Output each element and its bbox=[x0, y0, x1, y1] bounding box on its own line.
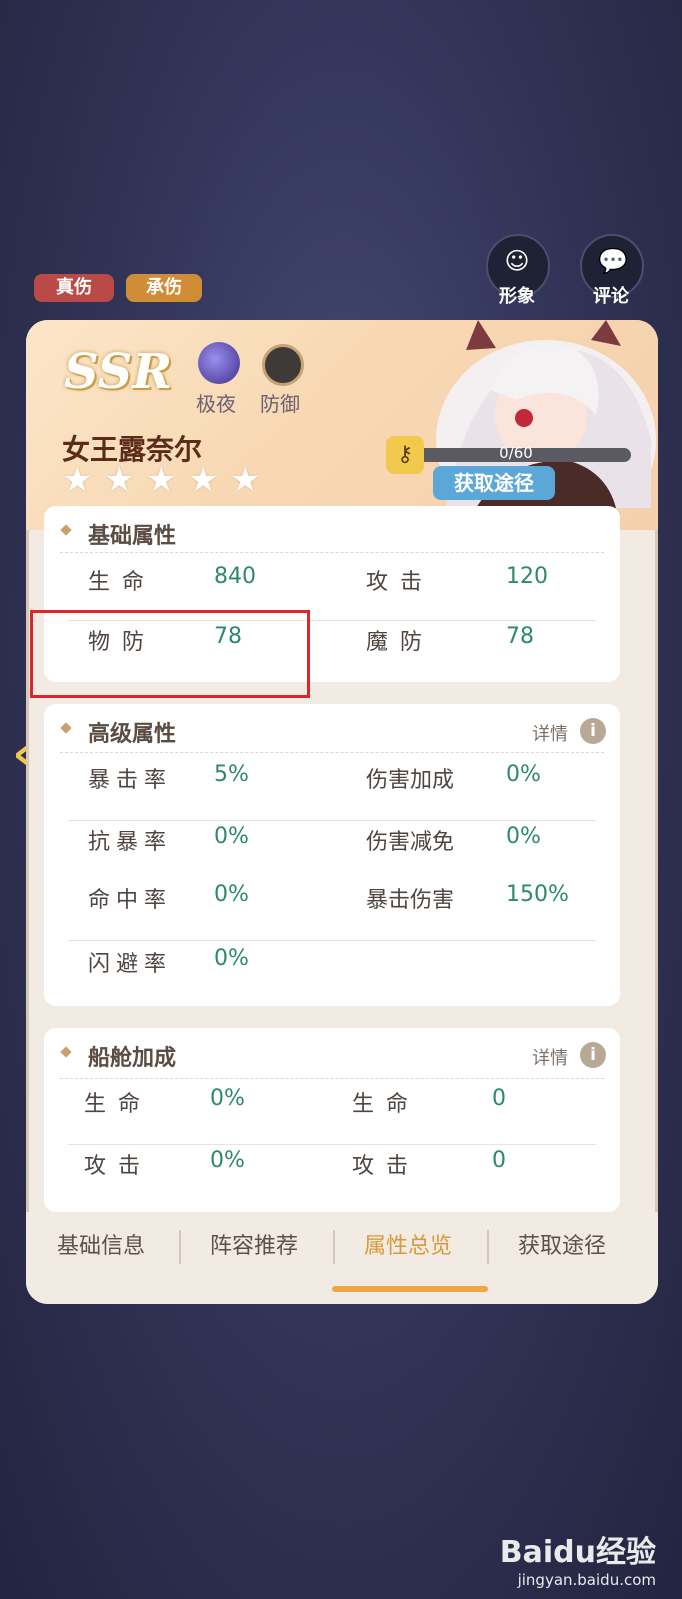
attr-row: 攻击 0% 攻击 0 bbox=[44, 1148, 620, 1206]
tab-attribute-overview[interactable]: 属性总览 bbox=[333, 1228, 483, 1260]
star-icon: ★ bbox=[146, 460, 177, 500]
tab-basic-info[interactable]: 基础信息 bbox=[26, 1228, 176, 1260]
progress-text: 0/60 bbox=[499, 444, 533, 462]
divider bbox=[60, 752, 604, 753]
divider bbox=[68, 820, 596, 821]
attr-value: 0% bbox=[214, 946, 249, 971]
obtain-path-button[interactable]: 获取途径 bbox=[433, 466, 555, 500]
attr-value: 0% bbox=[506, 762, 541, 787]
diamond-icon bbox=[60, 524, 72, 536]
attr-label: 生命 bbox=[84, 1092, 153, 1117]
info-icon[interactable]: i bbox=[580, 718, 606, 744]
active-tab-indicator bbox=[332, 1286, 488, 1292]
star-icon: ★ bbox=[104, 460, 135, 500]
attr-row: 闪避率 0% bbox=[44, 946, 620, 1004]
attr-value: 0% bbox=[210, 1086, 245, 1111]
section-title: 基础属性 bbox=[88, 524, 177, 549]
attr-value: 0% bbox=[214, 824, 249, 849]
divider bbox=[68, 940, 596, 941]
star-icon: ★ bbox=[188, 460, 219, 500]
attr-value: 78 bbox=[506, 624, 534, 649]
attr-label: 攻击 bbox=[352, 1154, 421, 1179]
section-title: 船舱加成 bbox=[88, 1046, 177, 1071]
rarity-badge: SSR bbox=[64, 344, 173, 400]
true-damage-tag: 真伤 bbox=[34, 274, 114, 302]
section-title: 高级属性 bbox=[88, 722, 177, 747]
shield-icon bbox=[262, 344, 304, 386]
star-icon: ★ bbox=[230, 460, 261, 500]
tab-lineup[interactable]: 阵容推荐 bbox=[179, 1228, 329, 1260]
attr-label: 攻击 bbox=[366, 570, 435, 595]
attr-value: 120 bbox=[506, 564, 548, 589]
watermark: Baidu经验 jingyan.baidu.com bbox=[500, 1527, 656, 1589]
star-icon: ★ bbox=[62, 460, 93, 500]
attr-label: 伤害减免 bbox=[366, 830, 455, 855]
chat-bubble-icon: 💬 bbox=[598, 247, 628, 275]
attr-value: 0% bbox=[210, 1148, 245, 1173]
divider bbox=[60, 1078, 604, 1079]
attr-row: 抗暴率 0% 伤害减免 0% bbox=[44, 824, 620, 882]
night-faction-icon bbox=[198, 342, 240, 384]
attr-value: 0% bbox=[506, 824, 541, 849]
attr-label: 抗暴率 bbox=[88, 830, 173, 855]
portrait-icon: ☺ bbox=[504, 247, 530, 275]
attr-value: 150% bbox=[506, 882, 569, 907]
attr-label: 闪避率 bbox=[88, 952, 173, 977]
tab-obtain-path[interactable]: 获取途径 bbox=[487, 1228, 637, 1260]
attr-row: 暴击率 5% 伤害加成 0% bbox=[44, 762, 620, 820]
attr-row: 命中率 0% 暴击伤害 150% bbox=[44, 882, 620, 940]
hero-header: SSR 极夜 防御 女王露奈尔 ★ ★ ★ ★ ★ 0/60 ⚷ 获取途径 bbox=[26, 320, 658, 530]
attr-label: 攻击 bbox=[84, 1154, 153, 1179]
attr-label: 命中率 bbox=[88, 888, 173, 913]
bottom-tab-bar: 基础信息 阵容推荐 属性总览 获取途径 bbox=[26, 1212, 658, 1304]
advanced-attributes-section: 高级属性 详情 i 暴击率 5% 伤害加成 0% 抗暴率 0% 伤害减免 0% … bbox=[44, 704, 620, 1006]
attr-row: 生命 0% 生命 0 bbox=[44, 1086, 620, 1144]
diamond-icon bbox=[60, 722, 72, 734]
divider bbox=[68, 1144, 596, 1145]
divider bbox=[60, 552, 604, 553]
comment-label: 评论 bbox=[593, 286, 629, 307]
role-label: 防御 bbox=[260, 392, 300, 416]
attr-label: 暴击伤害 bbox=[366, 888, 455, 913]
tank-tag: 承伤 bbox=[126, 274, 202, 302]
attr-label: 伤害加成 bbox=[366, 768, 455, 793]
hero-detail-card: SSR 极夜 防御 女王露奈尔 ★ ★ ★ ★ ★ 0/60 ⚷ 获取途径 基础… bbox=[26, 320, 658, 1304]
faction-label: 极夜 bbox=[196, 392, 236, 416]
diamond-icon bbox=[60, 1046, 72, 1058]
attr-label: 暴击率 bbox=[88, 768, 173, 793]
attr-value: 0 bbox=[492, 1086, 506, 1111]
highlight-box bbox=[30, 610, 310, 698]
baidu-logo: Baidu经验 bbox=[499, 1535, 656, 1570]
attr-value: 840 bbox=[214, 564, 256, 589]
detail-link[interactable]: 详情 bbox=[532, 1044, 568, 1070]
detail-link[interactable]: 详情 bbox=[532, 720, 568, 746]
cabin-bonus-section: 船舱加成 详情 i 生命 0% 生命 0 攻击 0% 攻击 0 bbox=[44, 1028, 620, 1212]
attr-value: 0% bbox=[214, 882, 249, 907]
attr-label: 生命 bbox=[352, 1092, 421, 1117]
attr-label: 魔防 bbox=[366, 630, 435, 655]
info-icon[interactable]: i bbox=[580, 1042, 606, 1068]
key-icon: ⚷ bbox=[386, 436, 424, 474]
attr-label: 生命 bbox=[88, 570, 157, 595]
attr-value: 0 bbox=[492, 1148, 506, 1173]
appearance-label: 形象 bbox=[499, 286, 535, 307]
attr-value: 5% bbox=[214, 762, 249, 787]
watermark-url: jingyan.baidu.com bbox=[517, 1571, 656, 1589]
